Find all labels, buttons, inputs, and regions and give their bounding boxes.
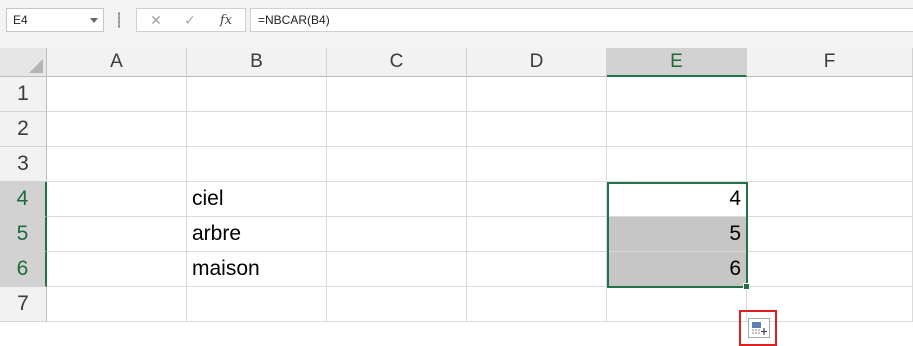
chevron-down-icon[interactable]	[90, 18, 98, 23]
spreadsheet-grid: ABCDEF 1234567 ciel 4 arbre 5 maison 6	[0, 48, 913, 346]
row-header-2[interactable]: 2	[0, 112, 47, 147]
column-header-f[interactable]: F	[747, 48, 913, 77]
cell-area: ciel 4 arbre 5 maison 6	[47, 77, 913, 346]
select-all-button[interactable]	[0, 48, 47, 77]
name-box-value: E4	[13, 13, 28, 27]
cell-e4[interactable]: 4	[607, 182, 747, 217]
cell-f1[interactable]	[747, 77, 913, 112]
formula-input[interactable]: =NBCAR(B4)	[250, 8, 913, 32]
cell-b4[interactable]: ciel	[187, 182, 327, 217]
cell-c4[interactable]	[327, 182, 467, 217]
cell-b7[interactable]	[187, 287, 327, 322]
cell-f2[interactable]	[747, 112, 913, 147]
cell-a1[interactable]	[47, 77, 187, 112]
formula-text: =NBCAR(B4)	[258, 13, 330, 27]
cell-c2[interactable]	[327, 112, 467, 147]
column-header-e[interactable]: E	[607, 48, 747, 77]
cell-c7[interactable]	[327, 287, 467, 322]
cell-d1[interactable]	[467, 77, 607, 112]
row-header-5[interactable]: 5	[0, 217, 47, 252]
cell-e6[interactable]: 6	[607, 252, 747, 287]
cell-f5[interactable]	[747, 217, 913, 252]
row-header-3[interactable]: 3	[0, 147, 47, 182]
cell-e7[interactable]	[607, 287, 747, 322]
cell-b5[interactable]: arbre	[187, 217, 327, 252]
column-header-d[interactable]: D	[467, 48, 607, 77]
cell-d5[interactable]	[467, 217, 607, 252]
row-header-4[interactable]: 4	[0, 182, 47, 217]
cell-a5[interactable]	[47, 217, 187, 252]
cell-e5[interactable]: 5	[607, 217, 747, 252]
cell-c1[interactable]	[327, 77, 467, 112]
column-header-b[interactable]: B	[187, 48, 327, 77]
cell-a4[interactable]	[47, 182, 187, 217]
cell-d7[interactable]	[467, 287, 607, 322]
cell-a2[interactable]	[47, 112, 187, 147]
cell-e2[interactable]	[607, 112, 747, 147]
cell-c5[interactable]	[327, 217, 467, 252]
row-header-7[interactable]: 7	[0, 287, 47, 322]
quick-analysis-button[interactable]	[739, 310, 777, 346]
insert-function-icon[interactable]: fx	[211, 9, 241, 31]
cancel-icon[interactable]: ✕	[141, 9, 171, 31]
formula-buttons: ✕ ✓ fx	[136, 8, 246, 32]
resize-dots-icon[interactable]	[118, 12, 120, 28]
column-header-c[interactable]: C	[327, 48, 467, 77]
cell-f6[interactable]	[747, 252, 913, 287]
cell-f4[interactable]	[747, 182, 913, 217]
cell-b2[interactable]	[187, 112, 327, 147]
cell-b3[interactable]	[187, 147, 327, 182]
column-header-a[interactable]: A	[47, 48, 187, 77]
cell-d2[interactable]	[467, 112, 607, 147]
cell-c6[interactable]	[327, 252, 467, 287]
cell-c3[interactable]	[327, 147, 467, 182]
cell-f3[interactable]	[747, 147, 913, 182]
cell-a3[interactable]	[47, 147, 187, 182]
cell-a7[interactable]	[47, 287, 187, 322]
select-all-icon	[29, 59, 43, 73]
fill-handle[interactable]	[743, 283, 750, 290]
formula-bar: E4 ✕ ✓ fx =NBCAR(B4)	[0, 0, 913, 48]
cell-a6[interactable]	[47, 252, 187, 287]
enter-icon[interactable]: ✓	[175, 9, 205, 31]
row-header-6[interactable]: 6	[0, 252, 47, 287]
cell-b1[interactable]	[187, 77, 327, 112]
cell-d4[interactable]	[467, 182, 607, 217]
row-header-1[interactable]: 1	[0, 77, 47, 112]
quick-analysis-icon	[748, 318, 770, 338]
name-box[interactable]: E4	[6, 8, 104, 32]
cell-b6[interactable]: maison	[187, 252, 327, 287]
cell-e3[interactable]	[607, 147, 747, 182]
cell-e1[interactable]	[607, 77, 747, 112]
cell-d6[interactable]	[467, 252, 607, 287]
cell-d3[interactable]	[467, 147, 607, 182]
